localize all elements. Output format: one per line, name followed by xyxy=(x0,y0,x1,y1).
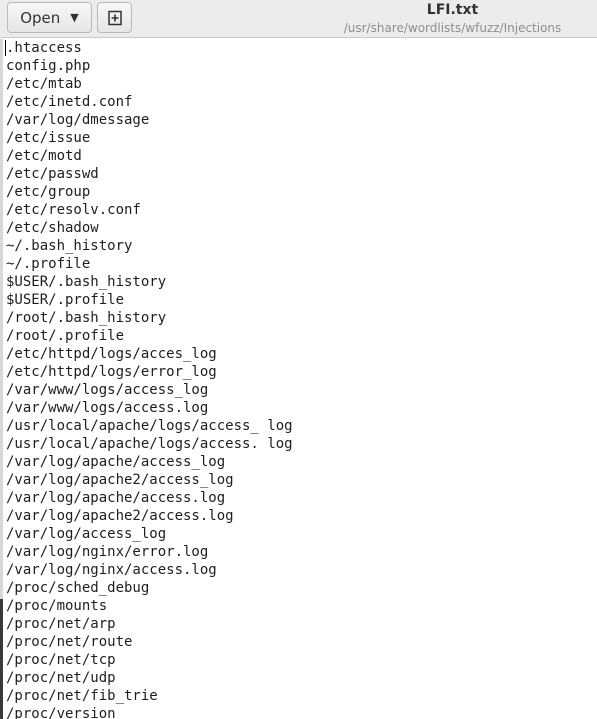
chevron-down-icon: ▼ xyxy=(70,11,79,24)
text-line: /root/.profile xyxy=(6,328,125,344)
text-lines: .htaccess config.php/etc/mtab/etc/inetd.c… xyxy=(6,39,293,719)
text-line: /etc/passwd xyxy=(6,166,99,182)
new-document-button[interactable] xyxy=(97,2,132,33)
text-line: /var/log/nginx/access.log xyxy=(6,562,217,578)
window-subtitle: /usr/share/wordlists/wfuzz/Injections xyxy=(343,21,562,35)
window-title-area: LFI.txt /usr/share/wordlists/wfuzz/Injec… xyxy=(330,1,575,36)
text-line: /var/www/logs/access.log xyxy=(6,400,209,416)
text-line: /proc/net/route xyxy=(6,634,133,650)
text-line: /var/log/apache/access.log xyxy=(6,490,226,506)
text-line: config.php xyxy=(6,58,91,74)
text-line: /etc/group xyxy=(6,184,91,200)
text-line: /var/log/apache2/access_log xyxy=(6,472,234,488)
text-line: /var/log/apache/access_log xyxy=(6,454,226,470)
text-line: /var/log/nginx/error.log xyxy=(6,544,209,560)
text-line: /etc/shadow xyxy=(6,220,99,236)
text-line: /var/log/apache2/access.log xyxy=(6,508,234,524)
text-line: /etc/motd xyxy=(6,148,82,164)
text-line: /etc/mtab xyxy=(6,76,82,92)
left-margin-rule-light xyxy=(0,39,3,599)
window-title: LFI.txt xyxy=(426,2,479,18)
open-button[interactable]: Open ▼ xyxy=(7,2,92,33)
text-line: /proc/version xyxy=(6,706,116,719)
text-line: /proc/net/fib_trie xyxy=(6,688,158,704)
text-line: /root/.bash_history xyxy=(6,310,167,326)
text-editor[interactable]: .htaccess config.php/etc/mtab/etc/inetd.c… xyxy=(0,39,597,719)
text-line: /etc/resolv.conf xyxy=(6,202,141,218)
text-line: /var/log/dmessage xyxy=(6,112,150,128)
text-line: /var/www/logs/access_log xyxy=(6,382,209,398)
text-line: .htaccess xyxy=(6,40,82,56)
text-line: $USER/.bash_history xyxy=(6,274,167,290)
text-line: /proc/sched_debug xyxy=(6,580,150,596)
new-document-icon xyxy=(107,10,122,25)
text-line: /proc/net/udp xyxy=(6,670,116,686)
text-line: ~/.bash_history xyxy=(6,238,133,254)
text-line: /etc/issue xyxy=(6,130,91,146)
text-line: /etc/httpd/logs/error_log xyxy=(6,364,217,380)
text-line: $USER/.profile xyxy=(6,292,125,308)
text-line: ~/.profile xyxy=(6,256,91,272)
text-line: /proc/mounts xyxy=(6,598,108,614)
text-line: /usr/local/apache/logs/access. log xyxy=(6,436,293,452)
open-button-label: Open xyxy=(20,8,61,27)
text-line: /proc/net/tcp xyxy=(6,652,116,668)
text-line: /etc/inetd.conf xyxy=(6,94,133,110)
text-line: /var/log/access_log xyxy=(6,526,167,542)
text-line: /etc/httpd/logs/acces_log xyxy=(6,346,217,362)
text-line: /usr/local/apache/logs/access_ log xyxy=(6,418,293,434)
text-line: /proc/net/arp xyxy=(6,616,116,632)
header-bar: Open ▼ LFI.txt /usr/share/wordlists/wfuz… xyxy=(0,0,597,38)
